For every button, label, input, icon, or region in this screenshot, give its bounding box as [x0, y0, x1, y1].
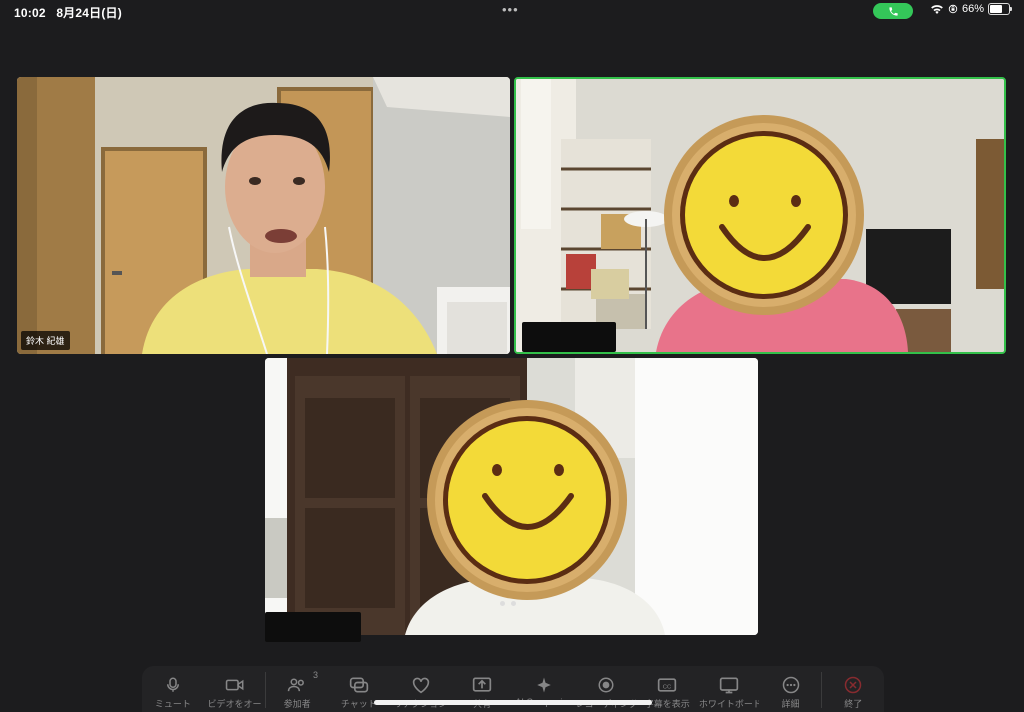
share-screen-icon	[473, 677, 492, 692]
more-icon	[782, 676, 799, 694]
participants-button[interactable]: 3 参加者	[266, 666, 328, 710]
svg-text:CC: CC	[663, 684, 671, 690]
video-camera-icon	[225, 679, 243, 691]
toolbar-label: 参加者	[283, 699, 311, 709]
battery-icon	[988, 3, 1013, 15]
chat-icon	[349, 677, 369, 693]
toolbar-label: ホワイトボード	[698, 699, 759, 709]
status-right: 66%	[930, 3, 1013, 15]
toolbar-label: ビデオをオー	[207, 699, 262, 709]
page-dot	[500, 601, 505, 606]
participant-video	[265, 358, 758, 635]
page-dot	[511, 601, 516, 606]
participant-name-label: 鈴木 紀雄	[21, 331, 70, 350]
video-toggle-button[interactable]: ビデオをオー	[204, 666, 266, 710]
page-indicator[interactable]	[500, 601, 516, 606]
battery-percent: 66%	[962, 3, 985, 15]
video-tile-3[interactable]	[265, 358, 758, 635]
record-icon	[598, 677, 614, 693]
battery-level	[990, 5, 1002, 13]
video-tile-2-active-speaker[interactable]	[514, 77, 1006, 354]
toolbar-label: ミュート	[154, 699, 191, 709]
whiteboard-button[interactable]: ホワイトボード	[698, 666, 760, 710]
participant-name-label-redacted	[265, 612, 361, 642]
call-indicator[interactable]	[873, 3, 913, 19]
participant-video	[516, 79, 1004, 352]
more-button[interactable]: 詳細	[760, 666, 822, 710]
status-time: 10:02 8月24日(日)	[14, 4, 122, 21]
multitask-dots[interactable]: •••	[502, 2, 519, 17]
heart-icon	[412, 677, 429, 694]
end-meeting-button[interactable]: 終了	[822, 666, 884, 710]
orientation-lock-icon	[948, 4, 958, 14]
participant-count-badge: 3	[313, 670, 319, 680]
mic-icon	[166, 677, 179, 692]
home-indicator[interactable]	[374, 700, 652, 705]
clock-time: 10:02	[14, 6, 46, 20]
meeting-toolbar: ミュート ビデオをオー 3 参加者 チャット リアクション 共有 AI Comp…	[142, 666, 884, 712]
video-tile-1[interactable]: 鈴木 紀雄	[17, 77, 510, 354]
toolbar-label: 終了	[844, 699, 863, 709]
participant-name-label-redacted	[522, 322, 616, 352]
wifi-icon	[931, 5, 943, 14]
participant-video	[17, 77, 510, 354]
whiteboard-icon	[719, 677, 739, 694]
end-icon	[844, 676, 862, 694]
mute-button[interactable]: ミュート	[142, 666, 204, 710]
ai-sparkle-icon	[537, 677, 551, 693]
toolbar-label: 詳細	[781, 699, 800, 709]
captions-icon: CC	[658, 678, 677, 692]
participants-icon	[287, 678, 305, 692]
phone-icon	[888, 6, 898, 16]
status-bar: 10:02 8月24日(日) ••• 66%	[0, 0, 1024, 22]
status-date: 8月24日(日)	[56, 6, 122, 20]
